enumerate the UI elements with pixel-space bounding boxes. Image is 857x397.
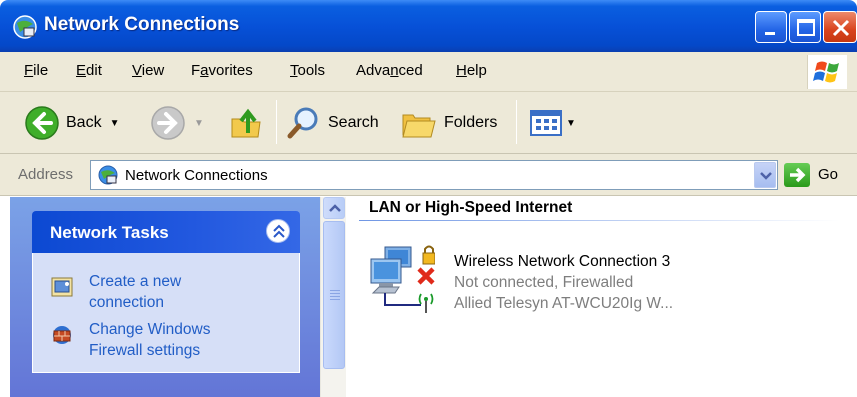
views-dropdown-icon[interactable]: ▼ [566, 118, 576, 129]
network-tasks-title: Network Tasks [50, 223, 169, 242]
network-tasks-body: Create a new connection Change Windows F… [32, 253, 300, 373]
standard-toolbar: Back ▼ ▼ Search Folders ▼ [0, 92, 857, 154]
menu-view[interactable]: View [132, 62, 164, 79]
folders-button[interactable]: Folders [400, 105, 497, 141]
menu-tools[interactable]: Tools [290, 62, 325, 79]
toolbar-separator [516, 100, 517, 144]
connection-status: Not connected, Firewalled [454, 274, 634, 291]
grip-line [330, 290, 340, 291]
chevron-up-icon [329, 204, 341, 212]
views-grid-icon [530, 110, 562, 136]
menu-accelerator: a [200, 62, 209, 79]
grip-line [330, 293, 340, 294]
menu-bar: File Edit View Favorites Tools Advanced … [0, 52, 857, 92]
collapse-button[interactable] [266, 219, 290, 243]
up-folder-icon [231, 108, 261, 138]
address-label: Address [18, 166, 74, 183]
connection-name: Wireless Network Connection 3 [454, 253, 671, 270]
window-title: Network Connections [44, 14, 240, 35]
folders-label: Folders [444, 114, 498, 131]
menu-accelerator: F [24, 62, 34, 79]
network-tasks-header[interactable]: Network Tasks [32, 211, 300, 253]
firewall-settings-link[interactable]: Change Windows Firewall settings [89, 319, 210, 361]
address-dropdown-button[interactable] [754, 162, 776, 188]
magnifier-icon [287, 107, 318, 139]
wireless-connection-icon [370, 245, 435, 313]
go-label[interactable]: Go [818, 166, 838, 183]
maximize-icon [797, 19, 815, 36]
folders-icon [402, 114, 436, 138]
scroll-up-button[interactable] [323, 197, 345, 219]
menu-advanced[interactable]: Advanced [356, 62, 423, 79]
maximize-button[interactable] [789, 11, 821, 43]
chevron-down-icon [760, 172, 772, 180]
new-connection-icon [51, 277, 73, 297]
back-arrow-icon [25, 106, 59, 140]
search-button[interactable]: Search [286, 105, 379, 141]
forward-button[interactable]: ▼ [150, 105, 204, 141]
go-button[interactable] [784, 163, 810, 187]
minimize-icon [765, 32, 775, 35]
forward-arrow-icon [151, 106, 185, 140]
toolbar-separator [276, 100, 277, 144]
create-connection-link[interactable]: Create a new connection [89, 271, 181, 313]
forward-dropdown-icon[interactable]: ▼ [194, 118, 204, 129]
windows-logo [807, 55, 847, 89]
connection-device: Allied Telesyn AT-WCU20Ig W... [454, 295, 674, 312]
menu-accelerator: V [132, 62, 142, 79]
network-tasks-panel: Network Tasks Create a new connection Ch… [32, 211, 300, 373]
back-dropdown-icon[interactable]: ▼ [110, 118, 120, 129]
minimize-button[interactable] [755, 11, 787, 43]
firewall-brick-icon [53, 326, 71, 344]
grip-line [330, 296, 340, 297]
menu-favorites[interactable]: Favorites [191, 62, 253, 79]
menu-help[interactable]: Help [456, 62, 487, 79]
double-chevron-up-icon [273, 224, 285, 238]
menu-file[interactable]: File [24, 62, 48, 79]
title-bar[interactable]: Network Connections [0, 0, 857, 52]
address-bar: Address Network Connections Go [0, 154, 857, 196]
go-arrow-icon [790, 167, 806, 183]
group-divider [359, 220, 839, 221]
menu-accelerator: T [290, 62, 298, 79]
grip-line [330, 299, 340, 300]
back-label: Back [66, 114, 102, 131]
windows-flag-icon [813, 61, 839, 83]
menu-accelerator: E [76, 62, 87, 79]
menu-edit[interactable]: Edit [76, 62, 102, 79]
back-button[interactable]: Back ▼ [24, 105, 119, 141]
menu-accelerator: H [456, 62, 467, 79]
network-globe-icon [13, 15, 37, 39]
network-globe-icon [98, 165, 118, 185]
group-header: LAN or High-Speed Internet [369, 199, 573, 216]
up-button[interactable] [228, 105, 264, 141]
task-pane: Network Tasks Create a new connection Ch… [0, 197, 320, 397]
scroll-thumb[interactable] [323, 221, 345, 369]
address-input[interactable]: Network Connections [90, 160, 778, 190]
search-label: Search [328, 114, 379, 131]
content-pane: LAN or High-Speed Internet Wireless Netw… [347, 197, 857, 397]
task-pane-scrollbar[interactable] [320, 197, 346, 397]
close-button[interactable] [823, 11, 857, 43]
address-value: Network Connections [125, 167, 268, 184]
menu-accelerator: n [390, 62, 399, 79]
views-button[interactable]: ▼ [528, 105, 576, 141]
close-icon [832, 19, 850, 37]
